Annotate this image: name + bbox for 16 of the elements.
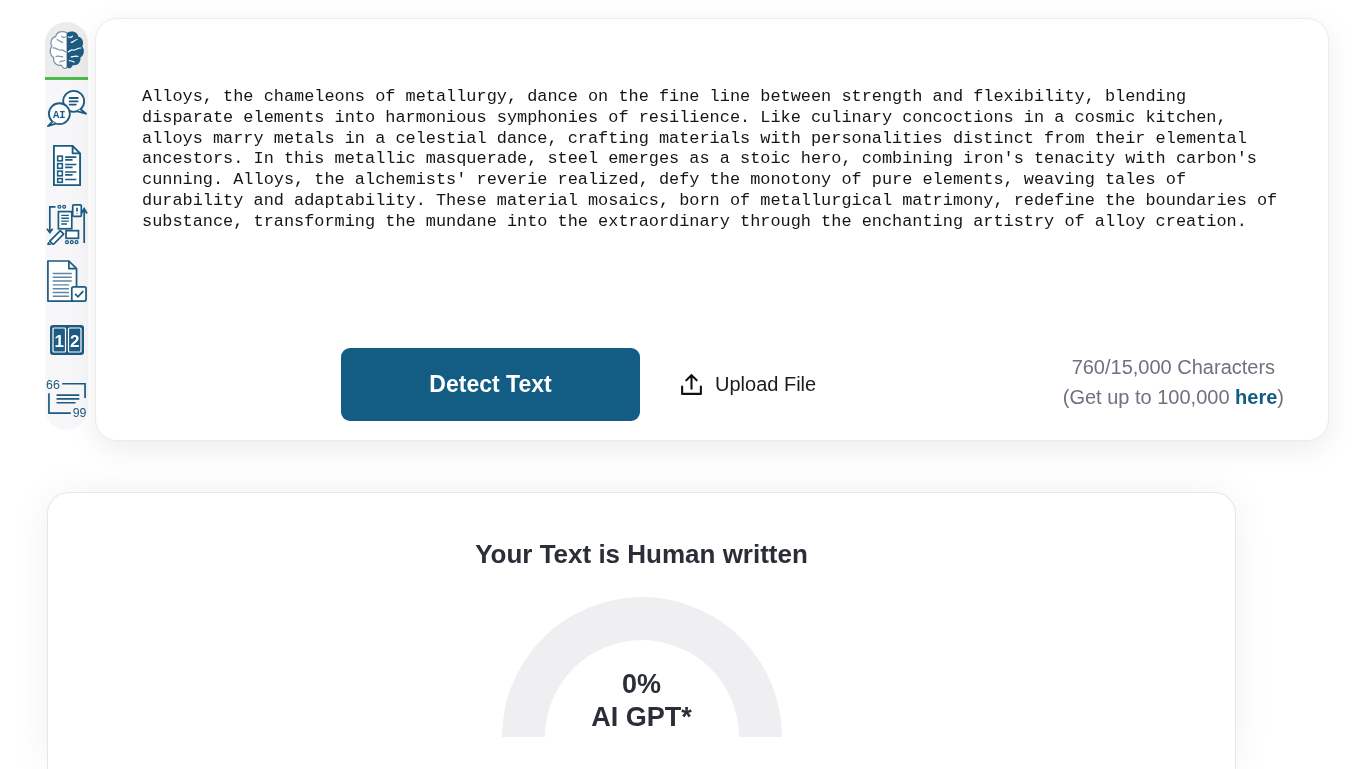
numbers-icon: 1 2 <box>49 324 84 355</box>
gauge-label: AI GPT* <box>591 701 692 734</box>
sidebar-tool-button[interactable]: 1 2 <box>45 312 88 370</box>
upload-icon <box>679 372 704 397</box>
upgrade-note: (Get up to 100,000 here) <box>1062 386 1284 409</box>
text-input-field[interactable]: Alloys, the chameleons of metallurgy, dance on the fine line between strength and flexibility, blending disparate elements into harmonious symphonies of resilience. Like culinary concoctions in a cosmic kitchen, alloys marry metals in a celestial dance, crafting materials with personalities distinct from their elemental ancestors. In this metallic masquerade, steel emerges as a stoic hero, combining iron's tenacity with carbon's cunning. Alloys, the alchemists' reverie realized, defy the monotony of pure elements, weaving tales of durability and adaptability. These material mosaics, born of metallurgical matrimony, redefine the boundaries of substance, transforming the mundane into the extraordinary through the enchanting artistry of alloy creation. <box>142 87 1283 330</box>
sidebar-tool-button[interactable] <box>45 22 88 80</box>
gauge-value: 0% <box>622 668 661 701</box>
detect-text-button[interactable]: Detect Text <box>341 348 640 421</box>
character-count: 760/15,000 Characters <box>1071 356 1276 379</box>
sidebar-tool-button[interactable]: AI <box>45 80 88 138</box>
checklist-document-icon <box>51 144 82 187</box>
here-link[interactable]: here <box>1235 386 1278 408</box>
sidebar-tool-button[interactable]: 66 99 <box>45 370 88 428</box>
upload-file-button[interactable]: Upload File <box>679 372 817 397</box>
result-title: Your Text is Human written <box>475 539 808 569</box>
